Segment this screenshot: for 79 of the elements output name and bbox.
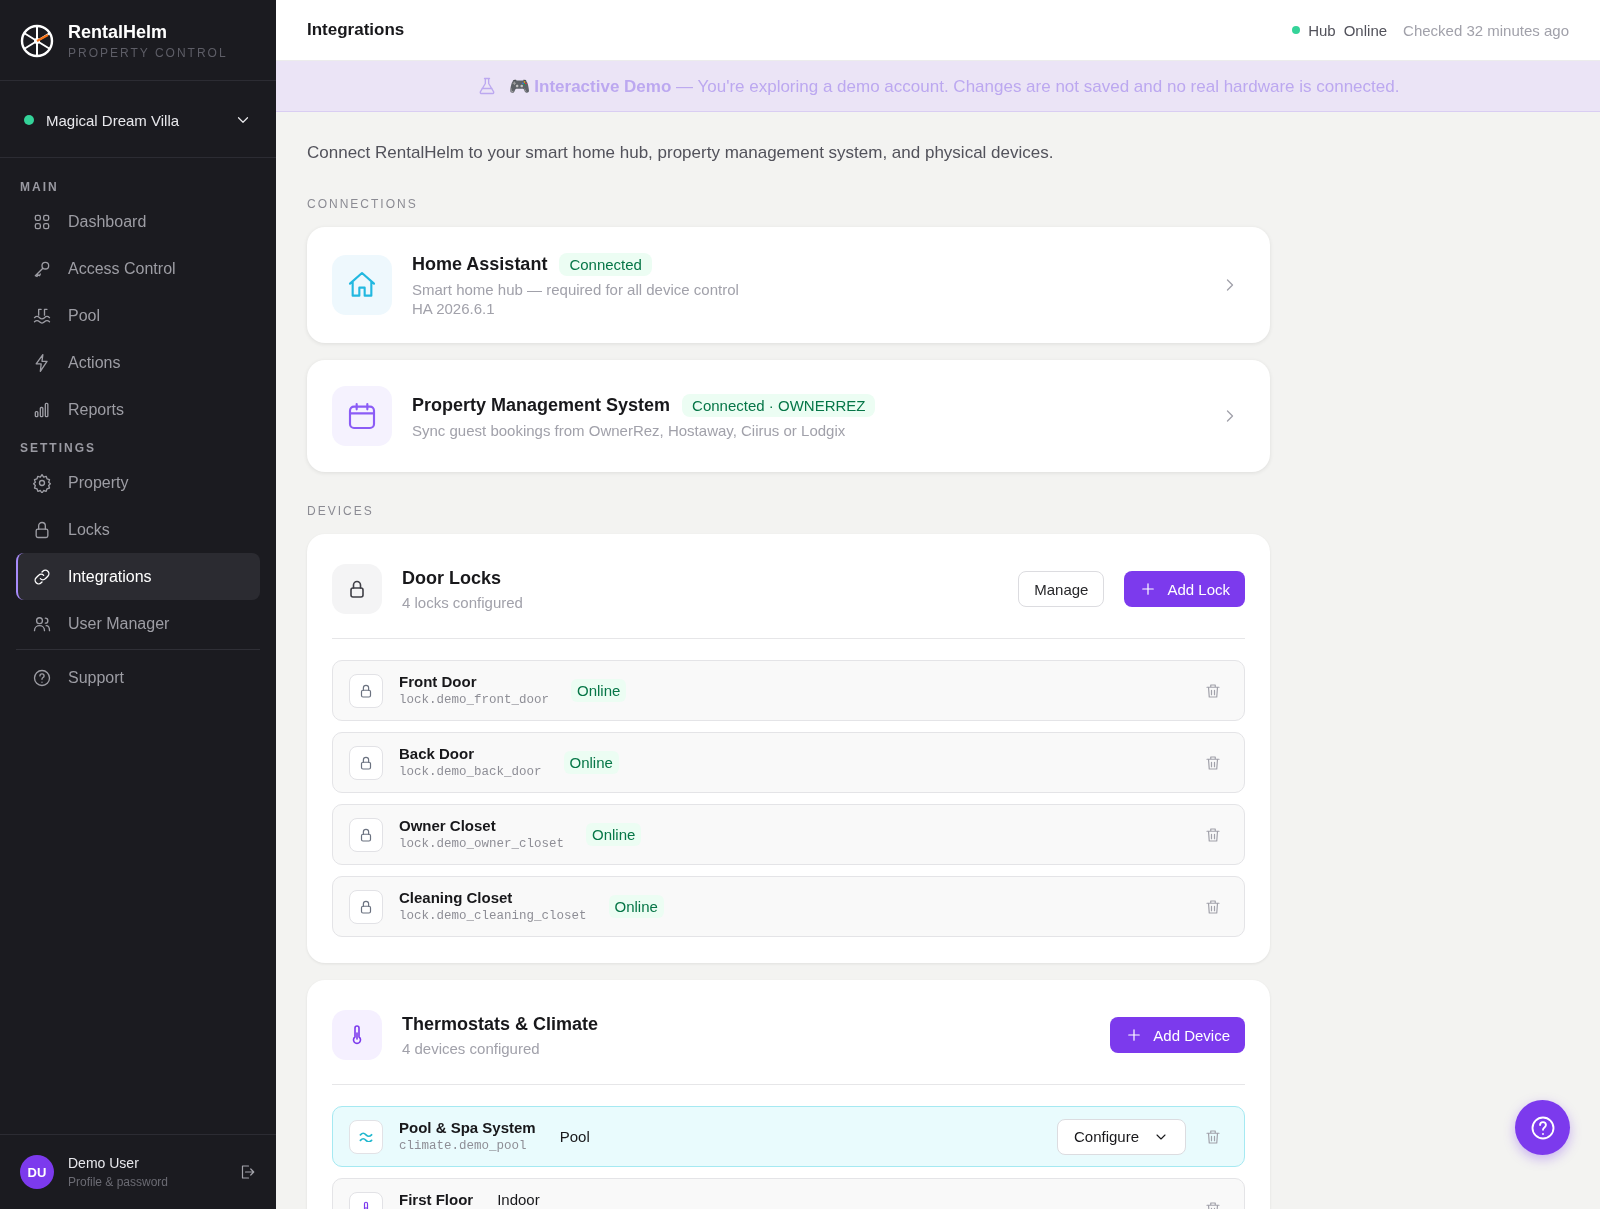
status-badge: Online bbox=[608, 895, 664, 918]
add-button[interactable]: Add Lock bbox=[1124, 571, 1245, 607]
delete-button[interactable] bbox=[1204, 825, 1222, 844]
user-subtitle: Profile & password bbox=[68, 1175, 170, 1189]
section-heading: CONNECTIONS bbox=[307, 197, 419, 211]
group-title: Door Locks bbox=[402, 567, 503, 589]
banner-message: 🎮 Interactive Demo — You're exploring a demo account. Changes are not saved and no real hardware is connected. bbox=[508, 75, 1400, 97]
nav-item[interactable]: Support bbox=[16, 654, 260, 701]
entity-id: lock.demo_front_door bbox=[399, 692, 550, 707]
entity-id: lock.demo_owner_closet bbox=[399, 836, 565, 851]
nav-item[interactable]: User Manager bbox=[16, 600, 260, 647]
logo-icon bbox=[20, 24, 54, 58]
nav-icon bbox=[32, 667, 52, 688]
nav-item[interactable]: Pool bbox=[16, 292, 260, 339]
entity-id: climate.demo_pool bbox=[399, 1138, 528, 1153]
device-name: Cleaning Closet bbox=[399, 888, 514, 906]
version-text: HA 2026.6.1 bbox=[412, 300, 496, 317]
hub-status: Online bbox=[1343, 21, 1388, 39]
integration-card[interactable]: Property Management System Connected · OWNERREZ Sync guest bookings from OwnerRez, Hostaway, Ciirus or Lodgix bbox=[307, 360, 1270, 472]
integration-description: Sync guest bookings from OwnerRez, Hostaway, Ciirus or Lodgix bbox=[412, 421, 847, 439]
last-checked: Checked 32 minutes ago bbox=[1403, 21, 1569, 39]
integration-name: Property Management System bbox=[412, 394, 671, 416]
delete-button[interactable] bbox=[1204, 681, 1222, 700]
section-heading: DEVICES bbox=[307, 504, 375, 518]
delete-button[interactable] bbox=[1204, 1127, 1222, 1146]
zone-label: Indoor bbox=[497, 1191, 540, 1208]
hub-label: Hub bbox=[1308, 21, 1336, 39]
device-row[interactable]: Front Door lock.demo_front_door Online bbox=[332, 660, 1245, 721]
add-button[interactable]: Add Device bbox=[1110, 1017, 1245, 1053]
nav-icon bbox=[32, 472, 52, 493]
intro-text: Connect RentalHelm to your smart home hub, property management system, and physical devices. bbox=[307, 143, 1055, 163]
nav-item[interactable]: Integrations bbox=[16, 553, 260, 600]
status-dot bbox=[1292, 26, 1301, 34]
nav-icon bbox=[32, 566, 52, 587]
property-selector[interactable]: Magical Dream Villa bbox=[46, 111, 222, 129]
section-heading: SETTINGS bbox=[19, 440, 97, 457]
device-name: Owner Closet bbox=[399, 816, 497, 834]
status-badge: Connected bbox=[559, 253, 652, 276]
user-name: Demo User bbox=[68, 1155, 140, 1171]
brand-name: RentalHelm bbox=[68, 22, 169, 43]
entity-id: lock.demo_cleaning_closet bbox=[399, 908, 587, 923]
status-badge: Online bbox=[563, 751, 619, 774]
nav-item[interactable]: Locks bbox=[16, 506, 260, 553]
nav-item[interactable]: Actions bbox=[16, 339, 260, 386]
status-badge: Online bbox=[586, 823, 642, 846]
calendar-icon bbox=[346, 400, 378, 432]
configure-button[interactable]: Configure bbox=[1056, 1118, 1186, 1155]
waves-icon bbox=[359, 1131, 373, 1142]
nav-item[interactable]: Access Control bbox=[16, 245, 260, 292]
device-row[interactable]: First Floor Indoor bbox=[332, 1178, 1245, 1209]
nav-item[interactable]: Property bbox=[16, 459, 260, 506]
help-button[interactable] bbox=[1515, 1100, 1570, 1155]
device-row[interactable]: Pool & Spa System climate.demo_pool Pool Configure bbox=[332, 1106, 1245, 1167]
manage-button[interactable]: Manage bbox=[1018, 571, 1105, 607]
delete-button[interactable] bbox=[1204, 753, 1222, 772]
nav-item[interactable]: Reports bbox=[16, 386, 260, 433]
section-heading: MAIN bbox=[19, 179, 60, 196]
integration-card[interactable]: Home Assistant Connected Smart home hub — required for all device control HA 2026.6.1 bbox=[307, 227, 1270, 343]
entity-id: lock.demo_back_door bbox=[399, 764, 542, 779]
user-avatar[interactable]: DU bbox=[20, 1155, 54, 1189]
brand-tagline: PROPERTY CONTROL bbox=[68, 46, 228, 60]
device-name: Front Door bbox=[399, 672, 478, 690]
device-name: Back Door bbox=[399, 744, 476, 762]
page-title: Integrations bbox=[307, 20, 406, 40]
group-subtitle: 4 devices configured bbox=[402, 1039, 541, 1057]
integration-name: Home Assistant bbox=[412, 254, 548, 275]
device-name: First Floor bbox=[399, 1190, 474, 1208]
status-badge: Online bbox=[571, 679, 627, 702]
device-row[interactable]: Cleaning Closet lock.demo_cleaning_closet Online bbox=[332, 876, 1245, 937]
device-row[interactable]: Back Door lock.demo_back_door Online bbox=[332, 732, 1245, 793]
status-badge: Connected · OWNERREZ bbox=[682, 393, 876, 417]
group-subtitle: 4 locks configured bbox=[402, 593, 523, 611]
device-name: Pool & Spa System bbox=[399, 1118, 536, 1136]
integration-description: Smart home hub — required for all device control bbox=[412, 281, 740, 298]
delete-button[interactable] bbox=[1204, 897, 1222, 916]
group-title: Thermostats & Climate bbox=[402, 1013, 599, 1035]
device-row[interactable]: Owner Closet lock.demo_owner_closet Online bbox=[332, 804, 1245, 865]
nav-item[interactable]: Dashboard bbox=[16, 198, 260, 245]
zone-label: Pool bbox=[559, 1128, 590, 1145]
